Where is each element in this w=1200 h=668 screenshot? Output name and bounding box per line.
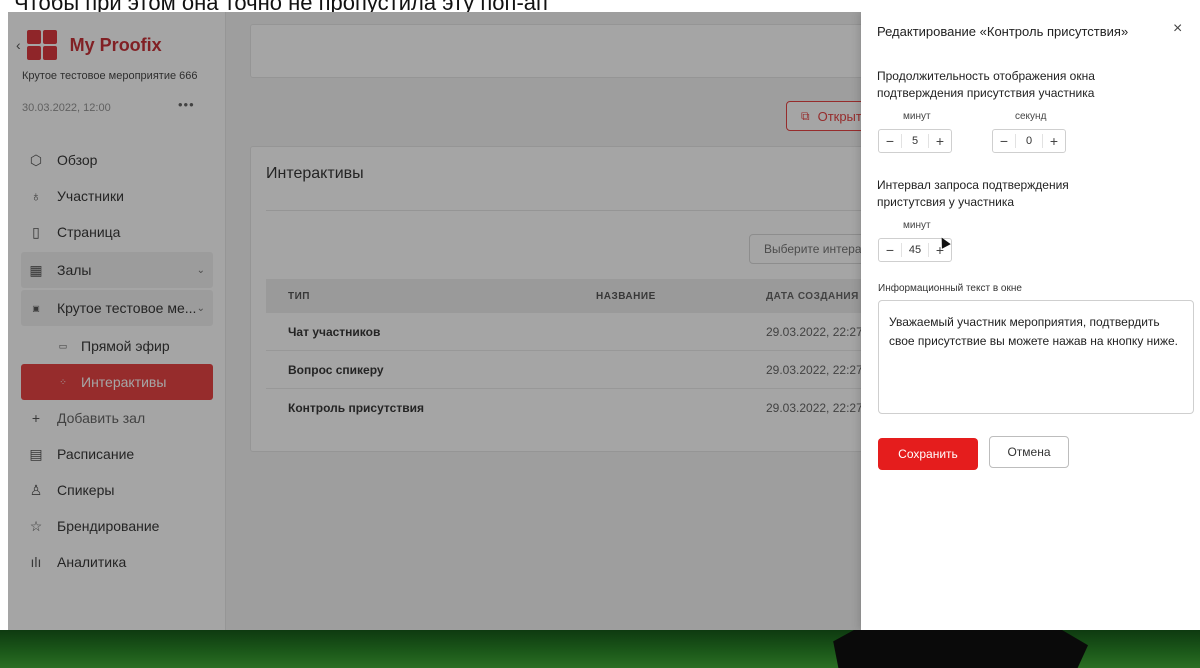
edit-drawer: Редактирование «Контроль присутствия» × … — [861, 12, 1200, 630]
caption-strip: Чтобы при этом она точно не пропустила э… — [0, 0, 1200, 12]
video-background-strip — [0, 630, 1200, 668]
save-button[interactable]: Сохранить — [878, 438, 978, 470]
minus-icon[interactable]: − — [993, 133, 1015, 149]
close-icon[interactable]: × — [1173, 20, 1182, 38]
modal-overlay[interactable] — [8, 12, 861, 630]
duration-minutes-stepper: − 5 + — [878, 129, 952, 153]
minus-icon[interactable]: − — [879, 133, 901, 149]
drawer-title: Редактирование «Контроль присутствия» — [877, 24, 1129, 39]
interval-minutes-value[interactable]: 45 — [901, 243, 929, 257]
caption-text: Чтобы при этом она точно не пропустила э… — [14, 0, 548, 12]
background-silhouette — [833, 630, 1088, 668]
duration-minutes-value[interactable]: 5 — [901, 134, 929, 148]
minus-icon[interactable]: − — [879, 242, 901, 258]
minutes-label: минут — [903, 111, 931, 122]
interval-label: Интервал запроса подтверждения пристутсв… — [877, 178, 1069, 209]
plus-icon[interactable]: + — [1043, 133, 1065, 149]
interval-minutes-label: минут — [903, 220, 931, 231]
info-text-label: Информационный текст в окне — [878, 283, 1022, 294]
duration-seconds-stepper: − 0 + — [992, 129, 1066, 153]
cancel-button[interactable]: Отмена — [989, 436, 1069, 468]
duration-label: Продолжительность отображения окна подтв… — [877, 69, 1095, 100]
info-text-field[interactable]: Уважаемый участник мероприятия, подтверд… — [878, 300, 1194, 414]
seconds-label: секунд — [1015, 111, 1047, 122]
duration-seconds-value[interactable]: 0 — [1015, 134, 1043, 148]
plus-icon[interactable]: + — [929, 133, 951, 149]
app-window: ‹ My Proofix Крутое тестовое мероприятие… — [8, 12, 1200, 630]
